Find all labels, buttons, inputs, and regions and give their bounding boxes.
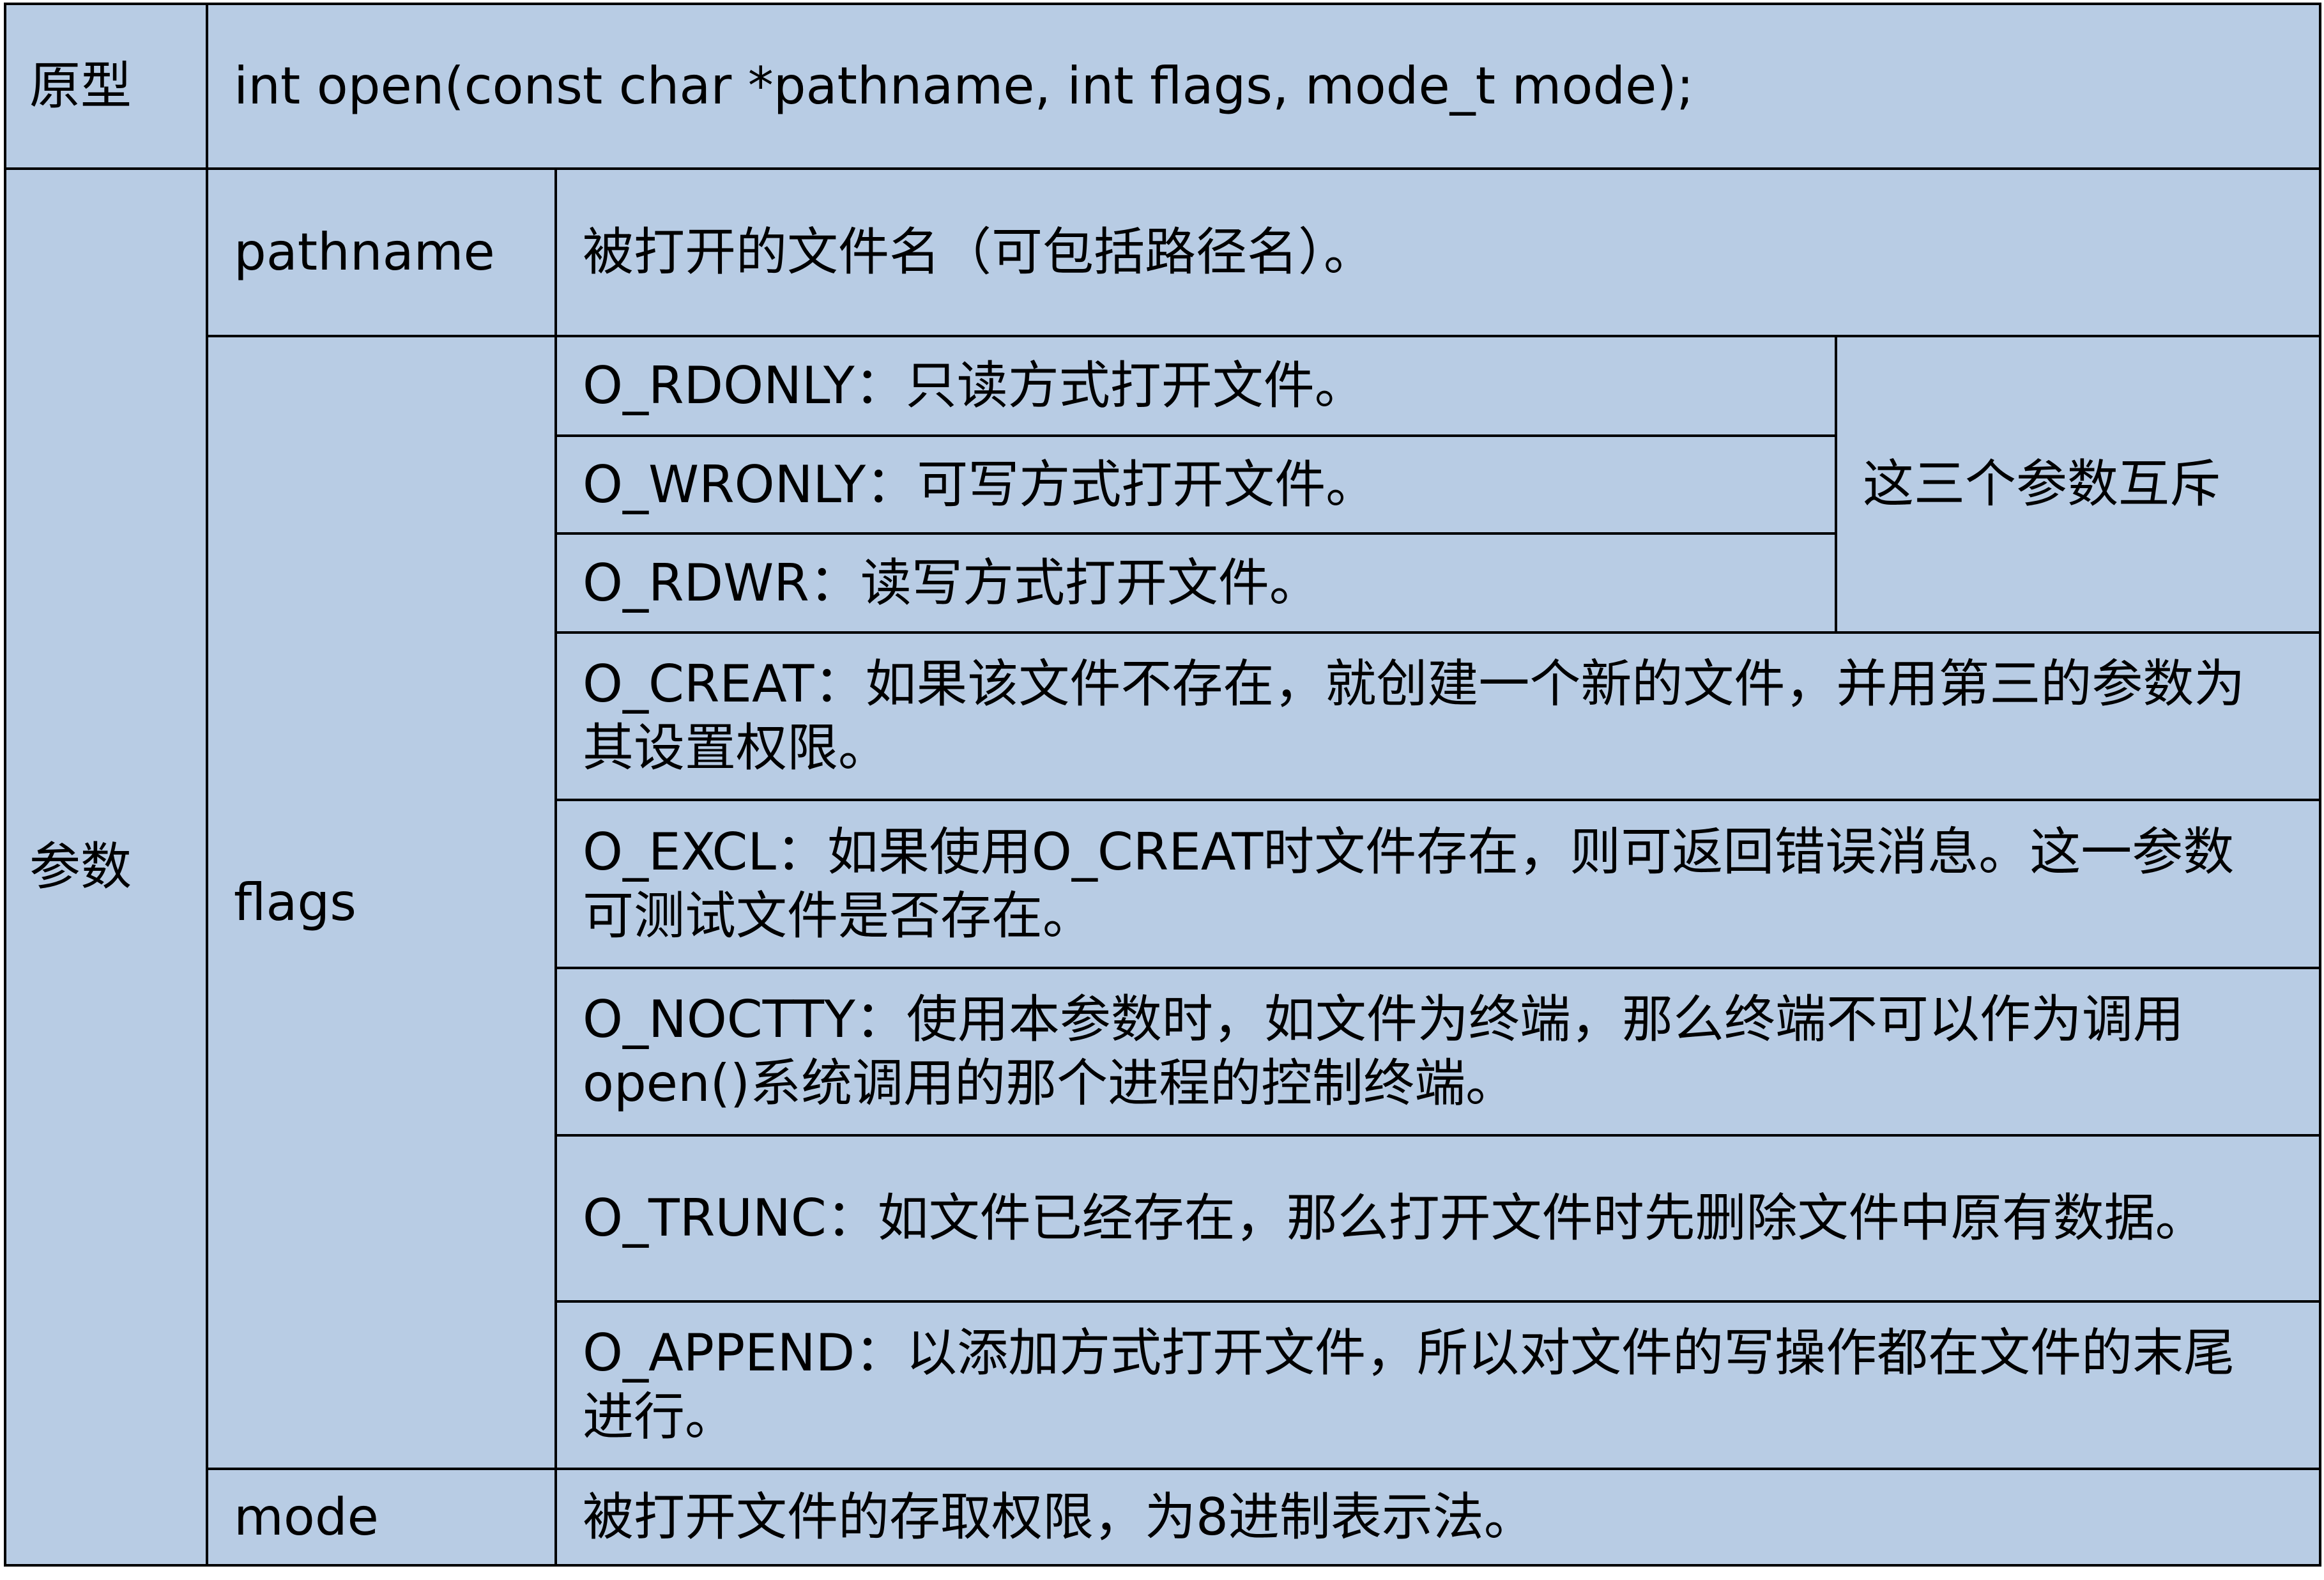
flag-option-line: O_TRUNC：如文件已经存在，那么打开文件时先删除文件中原有数据。 xyxy=(583,1188,2206,1248)
flag-option-text: O_RDWR：读写方式打开文件。 xyxy=(583,551,1320,615)
flag-option-line: O_CREAT：如果该文件不存在，就创建一个新的文件，并用第三的参数为 xyxy=(583,654,2245,714)
flag-option-o-rdwr: O_RDWR：读写方式打开文件。 xyxy=(554,532,1837,634)
prototype-signature-cell: int open(const char *pathname, int flags… xyxy=(206,3,2321,170)
flags-mutex-note: 这三个参数互斥 xyxy=(1863,454,2221,514)
param-name-mode-cell: mode xyxy=(206,1468,557,1567)
parameters-label-cell: 参数 xyxy=(4,167,208,1567)
flag-option-text: O_CREAT：如果该文件不存在，就创建一个新的文件，并用第三的参数为 其设置权… xyxy=(583,652,2245,780)
flag-option-text: O_RDONLY：只读方式打开文件。 xyxy=(583,354,1366,418)
prototype-label-cell: 原型 xyxy=(4,3,208,170)
flag-option-line: O_APPEND：以添加方式打开文件，所以对文件的写操作都在文件的末尾 xyxy=(583,1323,2235,1383)
flag-option-o-noctty: O_NOCTTY：使用本参数时，如文件为终端，那么终端不可以作为调用 open(… xyxy=(554,967,2321,1137)
flag-option-o-wronly: O_WRONLY：可写方式打开文件。 xyxy=(554,434,1837,535)
flag-option-line: 可测试文件是否存在。 xyxy=(583,886,1094,946)
flag-option-text: O_APPEND：以添加方式打开文件，所以对文件的写操作都在文件的末尾 进行。 xyxy=(583,1321,2235,1449)
flag-option-o-trunc: O_TRUNC：如文件已经存在，那么打开文件时先删除文件中原有数据。 xyxy=(554,1134,2321,1303)
flag-option-line: O_NOCTTY：使用本参数时，如文件为终端，那么终端不可以作为调用 xyxy=(583,990,2184,1049)
flag-option-o-creat: O_CREAT：如果该文件不存在，就创建一个新的文件，并用第三的参数为 其设置权… xyxy=(554,631,2321,801)
flag-option-o-rdonly: O_RDONLY：只读方式打开文件。 xyxy=(554,335,1837,437)
flag-option-line: O_RDWR：读写方式打开文件。 xyxy=(583,553,1320,613)
flag-option-text: O_TRUNC：如文件已经存在，那么打开文件时先删除文件中原有数据。 xyxy=(583,1186,2206,1250)
flag-option-o-append: O_APPEND：以添加方式打开文件，所以对文件的写操作都在文件的末尾 进行。 xyxy=(554,1300,2321,1470)
param-name-flags: flags xyxy=(234,872,356,932)
param-name-pathname: pathname xyxy=(234,222,495,282)
param-desc-mode: 被打开文件的存取权限，为8进制表示法。 xyxy=(583,1487,1535,1547)
prototype-label: 原型 xyxy=(29,56,132,116)
flag-option-line: O_RDONLY：只读方式打开文件。 xyxy=(583,356,1366,415)
param-desc-mode-cell: 被打开文件的存取权限，为8进制表示法。 xyxy=(554,1468,2321,1567)
param-name-mode: mode xyxy=(234,1487,379,1547)
flag-option-line: 其设置权限。 xyxy=(583,718,889,778)
flags-mutex-note-cell: 这三个参数互斥 xyxy=(1835,335,2321,634)
flag-option-line: O_WRONLY：可写方式打开文件。 xyxy=(583,454,1377,514)
parameters-label: 参数 xyxy=(29,837,132,896)
flag-option-text: O_WRONLY：可写方式打开文件。 xyxy=(583,453,1377,517)
param-desc-pathname: 被打开的文件名（可包括路径名）。 xyxy=(583,222,1375,282)
flag-option-line: 进行。 xyxy=(583,1387,736,1446)
flag-option-line: O_EXCL：如果使用O_CREAT时文件存在，则可返回错误消息。这一参数 xyxy=(583,822,2235,882)
flag-option-o-excl: O_EXCL：如果使用O_CREAT时文件存在，则可返回错误消息。这一参数 可测… xyxy=(554,799,2321,969)
flag-option-line: open()系统调用的那个进程的控制终端。 xyxy=(583,1054,1517,1113)
prototype-signature: int open(const char *pathname, int flags… xyxy=(234,56,1694,116)
flag-option-text: O_NOCTTY：使用本参数时，如文件为终端，那么终端不可以作为调用 open(… xyxy=(583,988,2184,1116)
param-desc-pathname-cell: 被打开的文件名（可包括路径名）。 xyxy=(554,167,2321,337)
param-name-flags-cell: flags xyxy=(206,335,557,1470)
param-name-pathname-cell: pathname xyxy=(206,167,557,337)
open-function-table: 原型 int open(const char *pathname, int fl… xyxy=(0,0,2324,1580)
flag-option-text: O_EXCL：如果使用O_CREAT时文件存在，则可返回错误消息。这一参数 可测… xyxy=(583,820,2234,948)
